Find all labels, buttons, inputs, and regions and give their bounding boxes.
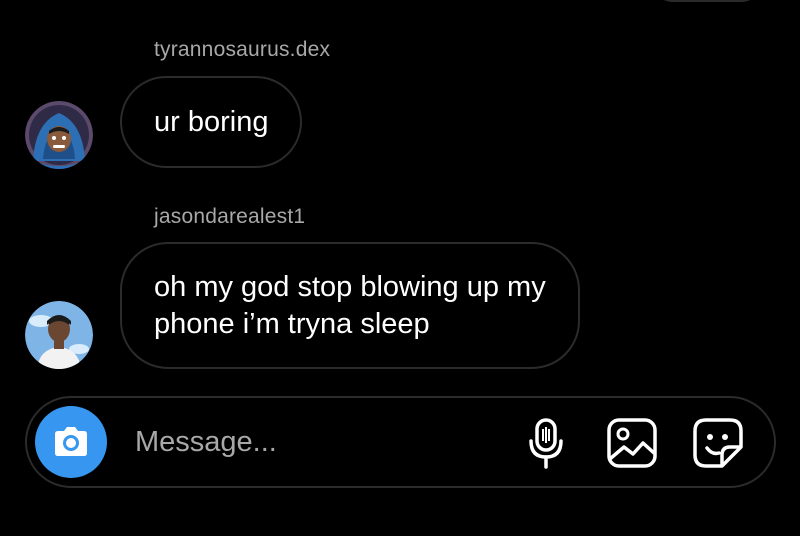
message-bubble[interactable]: ur boring	[120, 76, 303, 168]
sender-avatar[interactable]	[25, 301, 93, 369]
voice-message-button[interactable]	[519, 416, 573, 470]
cartoon-man-sky-avatar-icon	[25, 301, 93, 369]
message-bubble[interactable]: oh my god stop blowing up my phone i’m t…	[120, 242, 580, 369]
sticker-button[interactable]	[691, 416, 745, 470]
hooded-cartoon-avatar-icon	[25, 101, 93, 169]
sender-avatar[interactable]	[25, 101, 93, 169]
sender-name[interactable]: jasondarealest1	[154, 205, 305, 229]
sender-name[interactable]: tyrannosaurus.dex	[154, 38, 330, 62]
message-composer	[25, 396, 776, 488]
message-input[interactable]	[135, 424, 495, 460]
message-text-line: phone i’m tryna sleep	[154, 308, 430, 340]
camera-button[interactable]	[35, 406, 107, 478]
microphone-icon	[529, 418, 563, 469]
message-text: ur boring	[154, 106, 269, 138]
sticker-icon	[693, 418, 743, 468]
message-text-line: oh my god stop blowing up my	[154, 271, 546, 303]
dm-thread-screen: tyrannosaurus.dex ur boring jasondareale…	[0, 0, 800, 536]
previous-message-bubble-edge[interactable]	[652, 0, 762, 2]
camera-icon	[55, 427, 87, 456]
gallery-button[interactable]	[605, 416, 659, 470]
gallery-icon	[607, 418, 657, 468]
